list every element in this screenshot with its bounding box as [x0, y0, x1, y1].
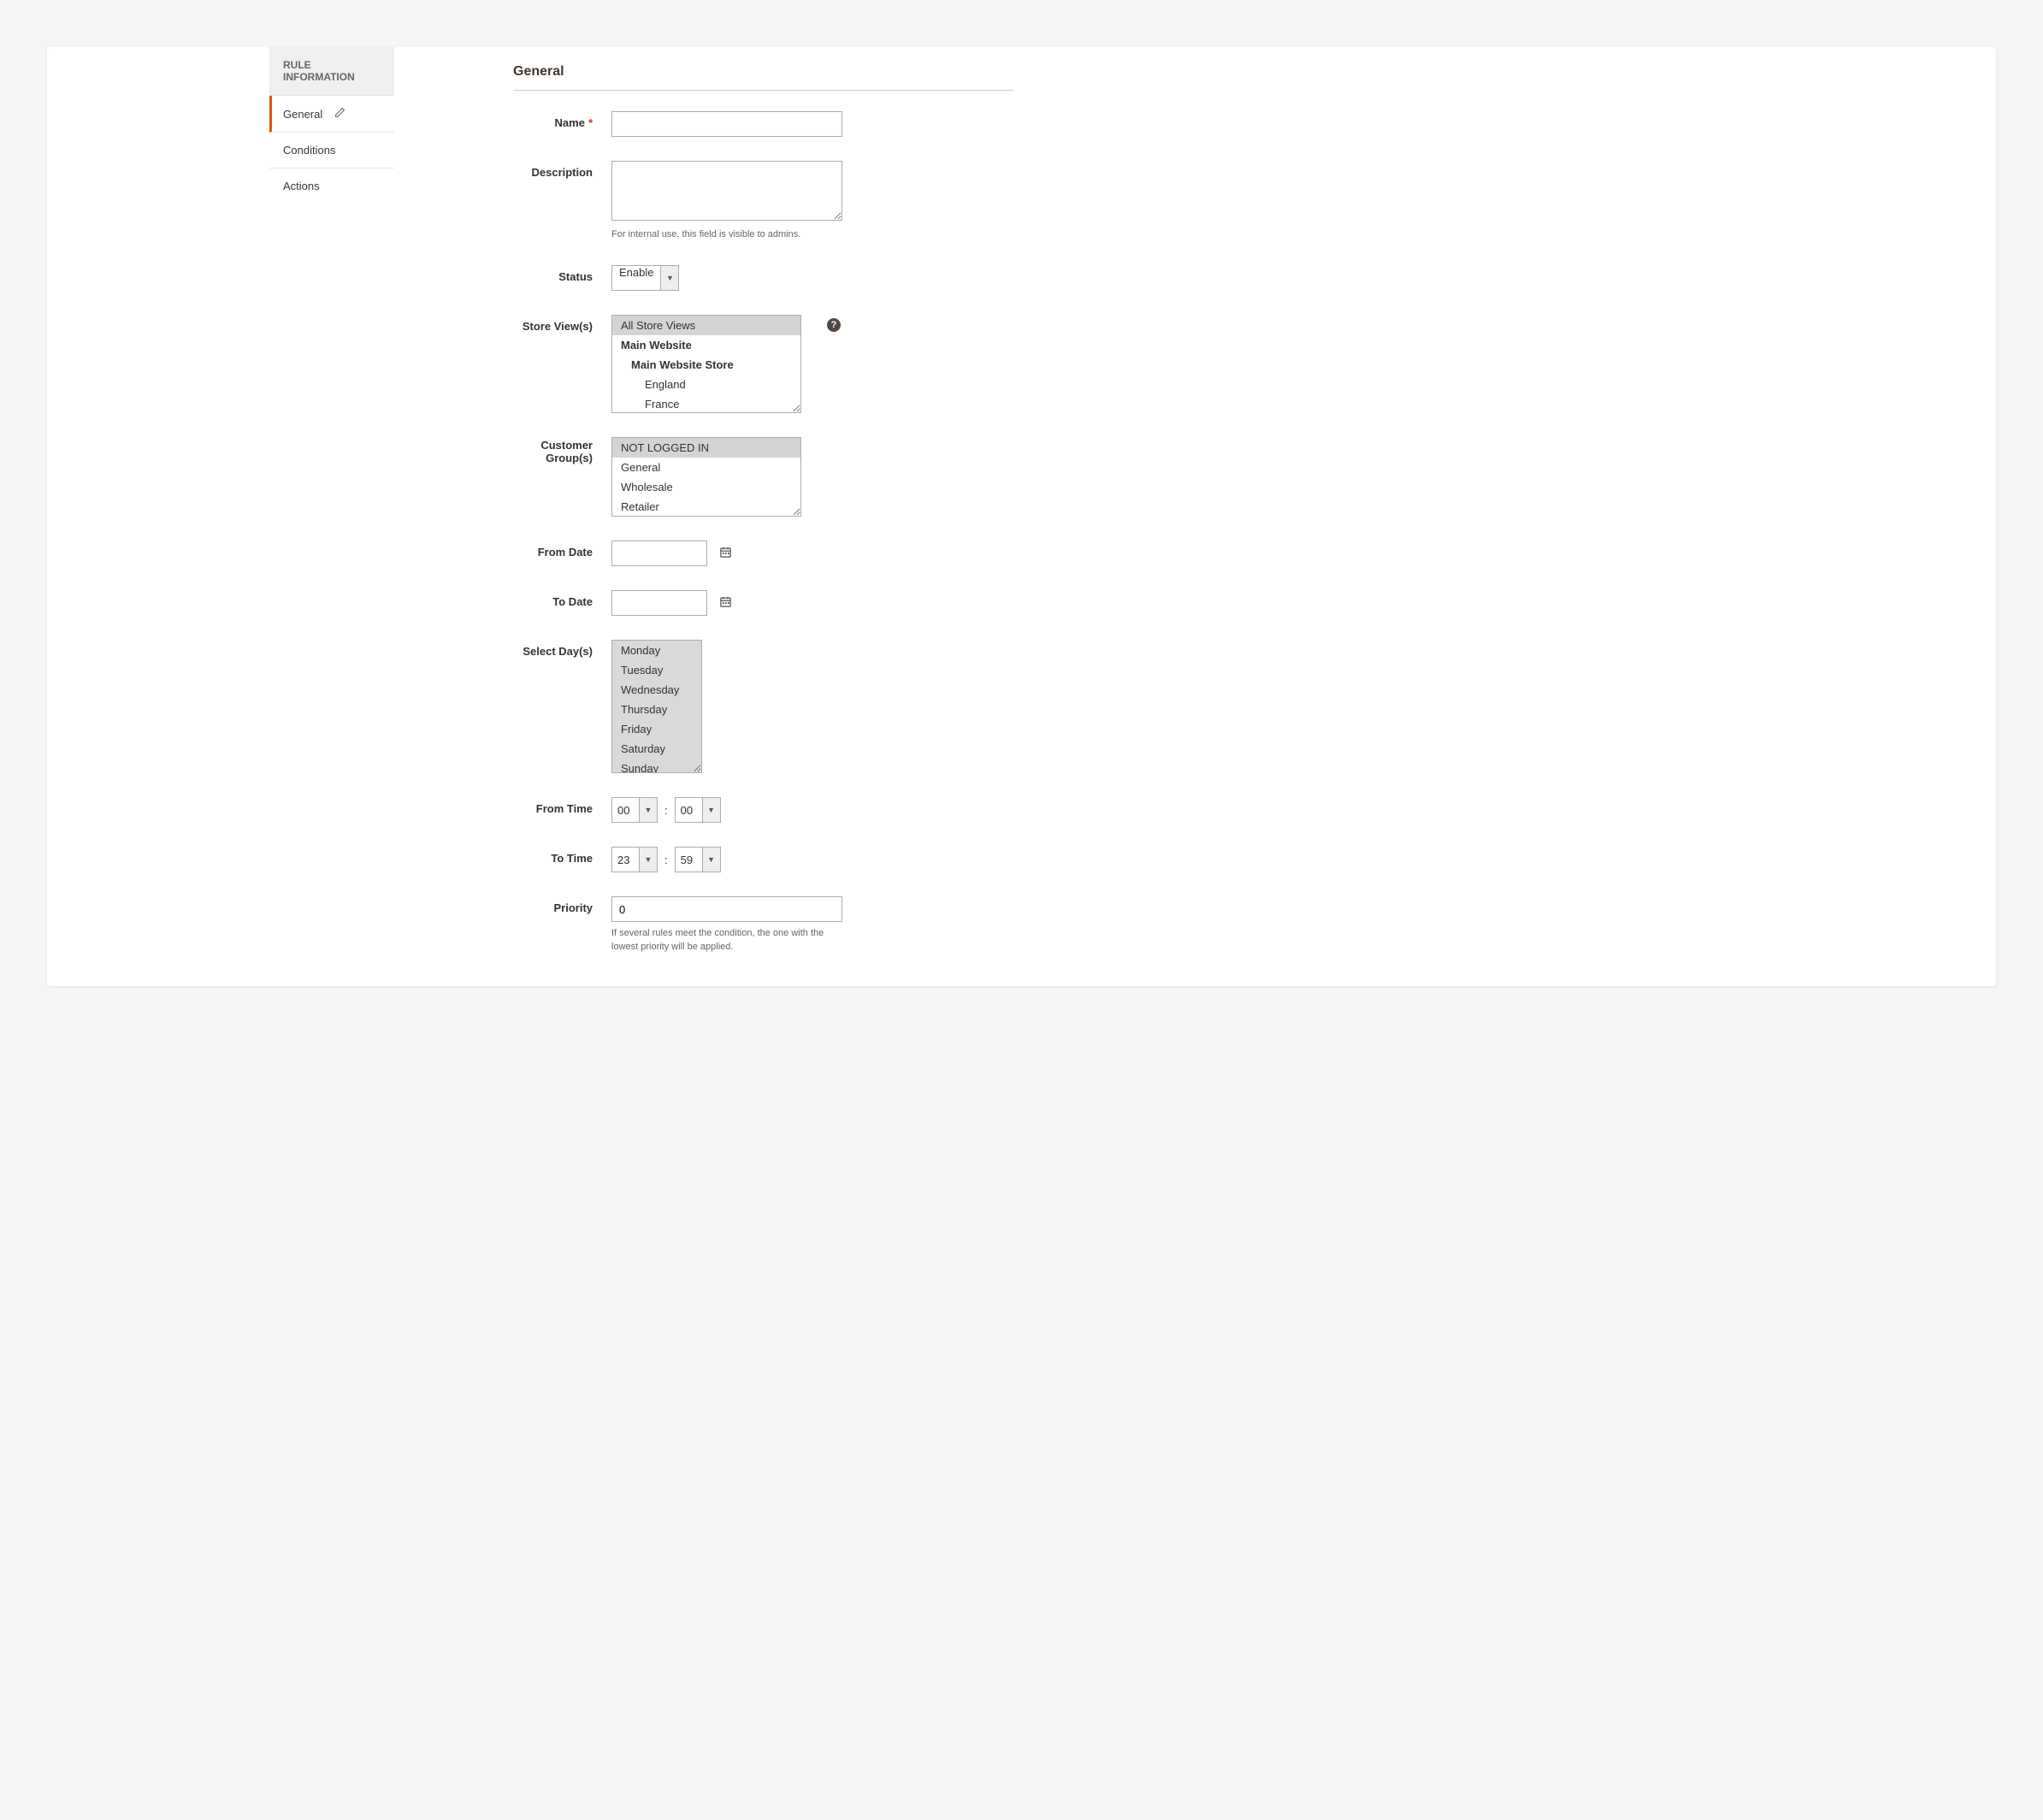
customer-groups-option[interactable]: Wholesale [612, 477, 800, 497]
day-option[interactable]: Friday [612, 719, 701, 739]
day-option[interactable]: Sunday [612, 759, 701, 773]
field-row-store-views: Store View(s) All Store Views Main Websi… [513, 315, 1013, 413]
name-label: Name* [513, 111, 611, 129]
from-time-hour-value: 00 [611, 797, 639, 823]
customer-groups-label: Customer Group(s) [513, 437, 611, 464]
required-asterisk: * [588, 116, 593, 129]
from-time-hour-select[interactable]: 00 ▼ [611, 797, 658, 823]
priority-note: If several rules meet the condition, the… [611, 927, 842, 954]
field-row-description: Description For internal use, this field… [513, 161, 1013, 241]
day-option[interactable]: Saturday [612, 739, 701, 759]
help-icon[interactable]: ? [827, 318, 841, 332]
field-row-to-time: To Time 23 ▼ : 59 ▼ [513, 847, 1013, 872]
field-row-select-days: Select Day(s) Monday Tuesday Wednesday T… [513, 640, 1013, 773]
field-row-status: Status Enable ▼ [513, 265, 1013, 291]
to-time-minute-value: 59 [675, 847, 702, 872]
sidebar-item-label: Actions [283, 180, 320, 192]
status-value: Enable [611, 265, 660, 291]
sidebar-item-label: General [283, 108, 322, 121]
chevron-down-icon[interactable]: ▼ [660, 265, 679, 291]
field-row-name: Name* [513, 111, 1013, 137]
from-date-label: From Date [513, 541, 611, 558]
store-views-option[interactable]: All Store Views [612, 316, 800, 335]
field-row-from-time: From Time 00 ▼ : 00 ▼ [513, 797, 1013, 823]
rule-form-card: RULE INFORMATION General Conditions Acti… [47, 47, 1996, 986]
to-time-hour-value: 23 [611, 847, 639, 872]
chevron-down-icon[interactable]: ▼ [639, 797, 658, 823]
calendar-icon[interactable] [719, 595, 732, 612]
store-views-option[interactable]: France [612, 394, 800, 413]
customer-groups-select[interactable]: NOT LOGGED IN General Wholesale Retailer [611, 437, 801, 517]
from-time-minute-value: 00 [675, 797, 702, 823]
sidebar-item-actions[interactable]: Actions [269, 168, 394, 204]
field-row-customer-groups: Customer Group(s) NOT LOGGED IN General … [513, 437, 1013, 517]
chevron-down-icon[interactable]: ▼ [702, 847, 721, 872]
sidebar-wrap: RULE INFORMATION General Conditions Acti… [257, 47, 483, 978]
description-label: Description [513, 161, 611, 179]
customer-groups-option[interactable]: Retailer [612, 497, 800, 517]
from-time-label: From Time [513, 797, 611, 815]
day-option[interactable]: Wednesday [612, 680, 701, 700]
sidebar-item-conditions[interactable]: Conditions [269, 133, 394, 168]
time-separator: : [661, 854, 671, 866]
customer-groups-option[interactable]: NOT LOGGED IN [612, 438, 800, 458]
sidebar-item-label: Conditions [283, 144, 335, 157]
day-option[interactable]: Thursday [612, 700, 701, 719]
description-note: For internal use, this field is visible … [611, 228, 842, 241]
store-views-select[interactable]: All Store Views Main Website Main Websit… [611, 315, 801, 413]
name-input[interactable] [611, 111, 842, 137]
store-views-option[interactable]: Main Website [612, 335, 800, 355]
from-time-minute-select[interactable]: 00 ▼ [675, 797, 721, 823]
select-days-label: Select Day(s) [513, 640, 611, 658]
field-row-priority: Priority If several rules meet the condi… [513, 896, 1013, 954]
time-separator: : [661, 804, 671, 817]
sidebar-item-general[interactable]: General [269, 96, 394, 133]
customer-groups-option[interactable]: General [612, 458, 800, 477]
main-panel: General Name* Description For internal u… [483, 47, 1013, 978]
sidebar-header: RULE INFORMATION [269, 47, 394, 96]
from-date-input[interactable] [611, 541, 707, 566]
chevron-down-icon[interactable]: ▼ [639, 847, 658, 872]
left-spacer [47, 47, 257, 978]
to-date-input[interactable] [611, 590, 707, 616]
calendar-icon[interactable] [719, 546, 732, 563]
store-views-option[interactable]: England [612, 375, 800, 394]
status-label: Status [513, 265, 611, 283]
chevron-down-icon[interactable]: ▼ [702, 797, 721, 823]
to-time-minute-select[interactable]: 59 ▼ [675, 847, 721, 872]
field-row-from-date: From Date [513, 541, 1013, 566]
to-date-label: To Date [513, 590, 611, 608]
store-views-label: Store View(s) [513, 315, 611, 333]
status-select[interactable]: Enable ▼ [611, 265, 679, 291]
day-option[interactable]: Monday [612, 641, 701, 660]
select-days-select[interactable]: Monday Tuesday Wednesday Thursday Friday… [611, 640, 702, 773]
priority-input[interactable] [611, 896, 842, 922]
to-time-label: To Time [513, 847, 611, 865]
description-input[interactable] [611, 161, 842, 221]
pencil-icon [334, 107, 345, 121]
day-option[interactable]: Tuesday [612, 660, 701, 680]
priority-label: Priority [513, 896, 611, 914]
store-views-option[interactable]: Main Website Store [612, 355, 800, 375]
field-row-to-date: To Date [513, 590, 1013, 616]
section-title: General [513, 64, 1013, 91]
to-time-hour-select[interactable]: 23 ▼ [611, 847, 658, 872]
